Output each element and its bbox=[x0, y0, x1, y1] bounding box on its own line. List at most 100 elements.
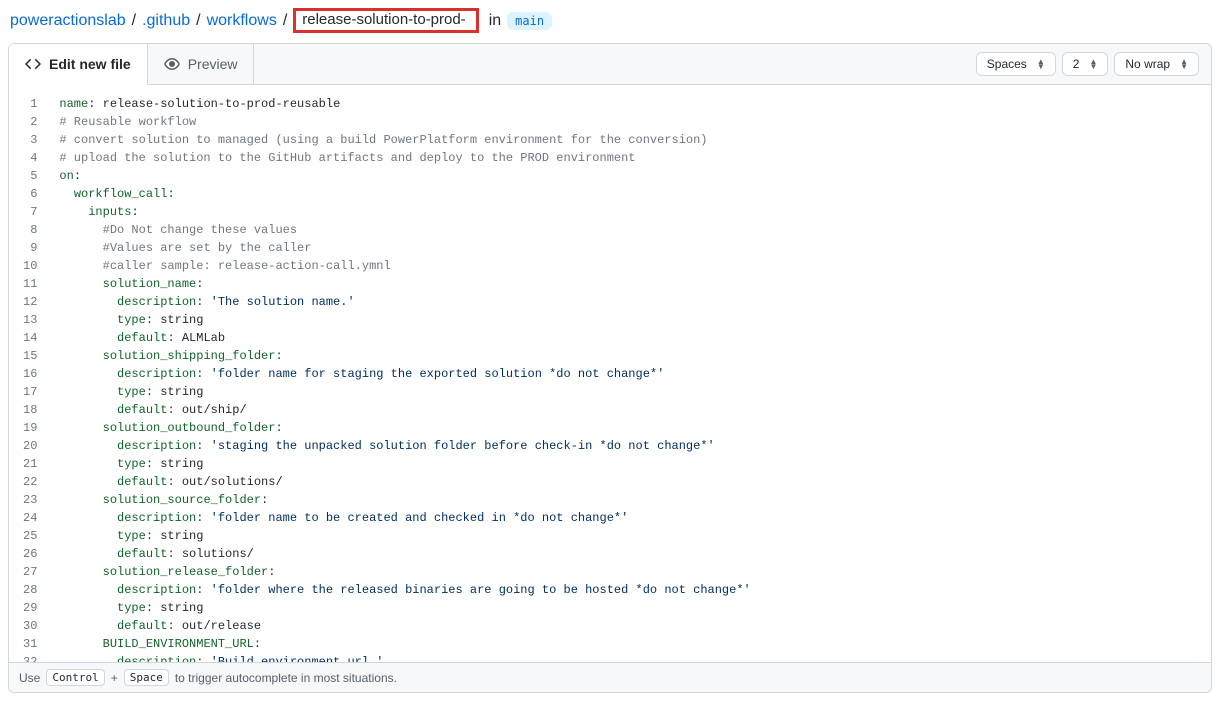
line-number: 5 bbox=[23, 167, 47, 185]
code-line[interactable]: workflow_call: bbox=[59, 185, 1211, 203]
line-number: 16 bbox=[23, 365, 47, 383]
indent-size-select[interactable]: 2 ▲▼ bbox=[1062, 52, 1109, 76]
filename-input[interactable]: release-solution-to-prod- bbox=[293, 8, 478, 33]
tab-preview[interactable]: Preview bbox=[148, 44, 255, 84]
line-number: 14 bbox=[23, 329, 47, 347]
code-line[interactable]: inputs: bbox=[59, 203, 1211, 221]
updown-icon: ▲▼ bbox=[1180, 59, 1188, 69]
line-number: 18 bbox=[23, 401, 47, 419]
footer-rest: to trigger autocomplete in most situatio… bbox=[175, 671, 397, 685]
line-number: 10 bbox=[23, 257, 47, 275]
line-number: 15 bbox=[23, 347, 47, 365]
code-line[interactable]: # convert solution to managed (using a b… bbox=[59, 131, 1211, 149]
code-line[interactable]: # upload the solution to the GitHub arti… bbox=[59, 149, 1211, 167]
wrap-mode-value: No wrap bbox=[1125, 57, 1170, 71]
tab-edit-label: Edit new file bbox=[49, 56, 131, 72]
tabs-bar: Edit new file Preview Spaces ▲▼ 2 ▲▼ No … bbox=[9, 44, 1211, 85]
code-line[interactable]: type: string bbox=[59, 599, 1211, 617]
code-line[interactable]: # Reusable workflow bbox=[59, 113, 1211, 131]
line-number: 17 bbox=[23, 383, 47, 401]
line-number: 19 bbox=[23, 419, 47, 437]
line-number: 7 bbox=[23, 203, 47, 221]
breadcrumb-sep: / bbox=[283, 12, 287, 30]
line-number-gutter: 1234567891011121314151617181920212223242… bbox=[9, 85, 55, 662]
breadcrumb: poweractionslab / .github / workflows / … bbox=[8, 4, 1212, 43]
footer-plus: + bbox=[111, 671, 118, 685]
kbd-space: Space bbox=[124, 669, 169, 686]
code-line[interactable]: solution_release_folder: bbox=[59, 563, 1211, 581]
editor-settings: Spaces ▲▼ 2 ▲▼ No wrap ▲▼ bbox=[976, 52, 1211, 76]
line-number: 23 bbox=[23, 491, 47, 509]
line-number: 2 bbox=[23, 113, 47, 131]
line-number: 21 bbox=[23, 455, 47, 473]
code-line[interactable]: type: string bbox=[59, 527, 1211, 545]
code-line[interactable]: BUILD_ENVIRONMENT_URL: bbox=[59, 635, 1211, 653]
line-number: 30 bbox=[23, 617, 47, 635]
line-number: 1 bbox=[23, 95, 47, 113]
code-line[interactable]: default: out/ship/ bbox=[59, 401, 1211, 419]
line-number: 28 bbox=[23, 581, 47, 599]
line-number: 6 bbox=[23, 185, 47, 203]
tab-preview-label: Preview bbox=[188, 56, 238, 72]
updown-icon: ▲▼ bbox=[1037, 59, 1045, 69]
code-line[interactable]: default: out/solutions/ bbox=[59, 473, 1211, 491]
breadcrumb-sep: / bbox=[132, 12, 136, 30]
code-line[interactable]: #caller sample: release-action-call.ymnl bbox=[59, 257, 1211, 275]
breadcrumb-folder1-link[interactable]: .github bbox=[142, 12, 190, 30]
code-icon bbox=[25, 56, 41, 72]
tab-edit-file[interactable]: Edit new file bbox=[9, 44, 148, 85]
code-line[interactable]: on: bbox=[59, 167, 1211, 185]
line-number: 9 bbox=[23, 239, 47, 257]
line-number: 32 bbox=[23, 653, 47, 662]
code-line[interactable]: solution_source_folder: bbox=[59, 491, 1211, 509]
code-line[interactable]: type: string bbox=[59, 383, 1211, 401]
editor-panel: Edit new file Preview Spaces ▲▼ 2 ▲▼ No … bbox=[8, 43, 1212, 693]
line-number: 13 bbox=[23, 311, 47, 329]
line-number: 20 bbox=[23, 437, 47, 455]
indent-size-value: 2 bbox=[1073, 57, 1080, 71]
code-line[interactable]: default: out/release bbox=[59, 617, 1211, 635]
code-line[interactable]: type: string bbox=[59, 311, 1211, 329]
code-line[interactable]: solution_shipping_folder: bbox=[59, 347, 1211, 365]
footer-use-label: Use bbox=[19, 671, 40, 685]
line-number: 3 bbox=[23, 131, 47, 149]
kbd-control: Control bbox=[46, 669, 104, 686]
updown-icon: ▲▼ bbox=[1089, 59, 1097, 69]
code-line[interactable]: description: 'folder name to be created … bbox=[59, 509, 1211, 527]
code-line[interactable]: description: 'Build environment url.' bbox=[59, 653, 1211, 662]
breadcrumb-sep: / bbox=[196, 12, 200, 30]
line-number: 27 bbox=[23, 563, 47, 581]
code-line[interactable]: default: ALMLab bbox=[59, 329, 1211, 347]
code-line[interactable]: #Values are set by the caller bbox=[59, 239, 1211, 257]
line-number: 26 bbox=[23, 545, 47, 563]
code-line[interactable]: default: solutions/ bbox=[59, 545, 1211, 563]
line-number: 22 bbox=[23, 473, 47, 491]
code-editor[interactable]: 1234567891011121314151617181920212223242… bbox=[9, 85, 1211, 662]
line-number: 4 bbox=[23, 149, 47, 167]
branch-badge: main bbox=[507, 12, 552, 30]
breadcrumb-in-label: in bbox=[489, 12, 501, 30]
code-line[interactable]: solution_outbound_folder: bbox=[59, 419, 1211, 437]
code-line[interactable]: description: 'folder where the released … bbox=[59, 581, 1211, 599]
wrap-mode-select[interactable]: No wrap ▲▼ bbox=[1114, 52, 1199, 76]
line-number: 8 bbox=[23, 221, 47, 239]
code-line[interactable]: solution_name: bbox=[59, 275, 1211, 293]
line-number: 31 bbox=[23, 635, 47, 653]
line-number: 11 bbox=[23, 275, 47, 293]
code-line[interactable]: name: release-solution-to-prod-reusable bbox=[59, 95, 1211, 113]
line-number: 12 bbox=[23, 293, 47, 311]
code-line[interactable]: description: 'staging the unpacked solut… bbox=[59, 437, 1211, 455]
code-line[interactable]: description: 'folder name for staging th… bbox=[59, 365, 1211, 383]
line-number: 29 bbox=[23, 599, 47, 617]
code-line[interactable]: #Do Not change these values bbox=[59, 221, 1211, 239]
breadcrumb-repo-link[interactable]: poweractionslab bbox=[10, 12, 126, 30]
eye-icon bbox=[164, 56, 180, 72]
code-content[interactable]: name: release-solution-to-prod-reusable#… bbox=[55, 85, 1211, 662]
line-number: 25 bbox=[23, 527, 47, 545]
breadcrumb-folder2-link[interactable]: workflows bbox=[207, 12, 277, 30]
code-line[interactable]: description: 'The solution name.' bbox=[59, 293, 1211, 311]
indent-mode-value: Spaces bbox=[987, 57, 1027, 71]
line-number: 24 bbox=[23, 509, 47, 527]
indent-mode-select[interactable]: Spaces ▲▼ bbox=[976, 52, 1056, 76]
code-line[interactable]: type: string bbox=[59, 455, 1211, 473]
